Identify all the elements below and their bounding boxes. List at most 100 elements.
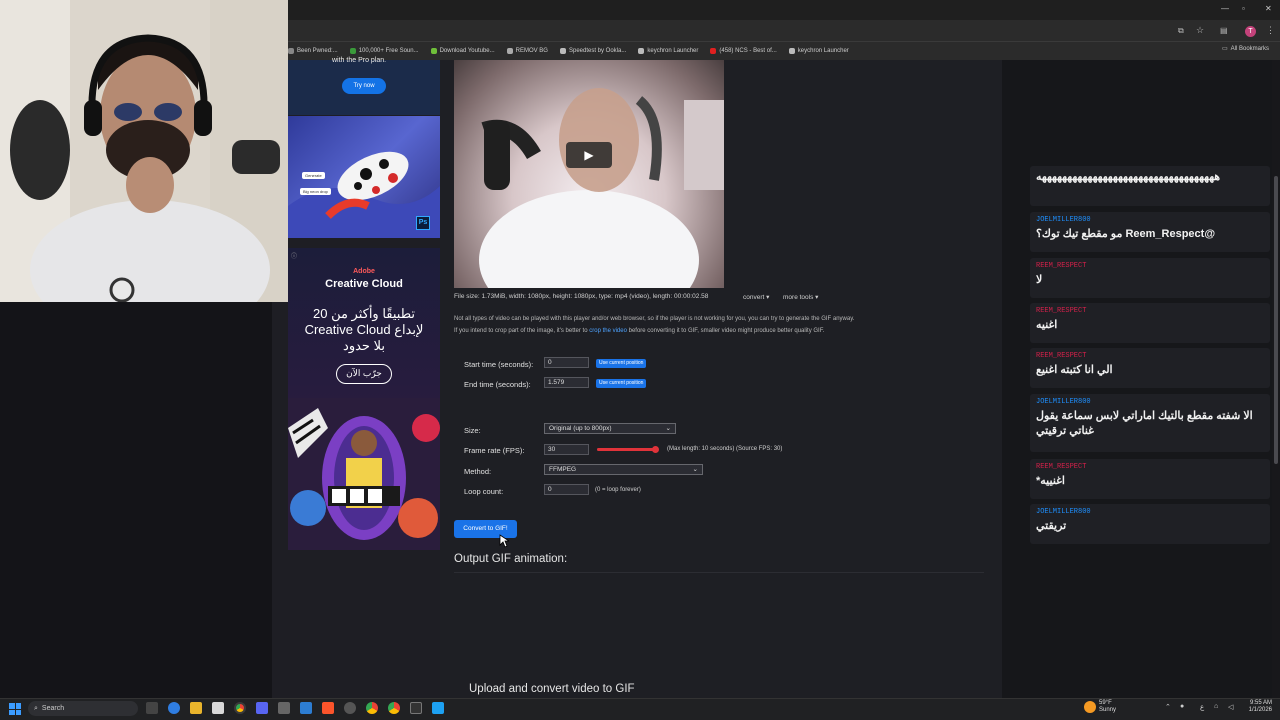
store-icon[interactable] (212, 702, 224, 714)
cc-arabic-line-2: Creative Cloud لإبداع (304, 322, 424, 337)
ad-banner-photoshop[interactable]: Generate Big neon drop Ps (288, 116, 440, 238)
chat-username[interactable]: REEM_RESPECT (1036, 262, 1086, 270)
generate-badge: Generate (302, 172, 325, 179)
start-time-input[interactable]: 0 (544, 357, 589, 368)
clock[interactable]: 9:55 AM 1/1/2026 (1242, 700, 1272, 714)
chat-message: JOELMILLER800 @Reem_Respect مو مقطع تيك ت… (1030, 212, 1270, 252)
start-time-label: Start time (seconds): (464, 360, 534, 369)
use-current-start-button[interactable]: Use current position (596, 359, 647, 368)
scrollbar-thumb[interactable] (1274, 176, 1278, 464)
upload-heading: Upload and convert video to GIF (469, 683, 635, 695)
ad-banner-creative-cloud[interactable]: ⓘ Adobe Creative Cloud 20 تطبيقًا وأكثر … (288, 248, 440, 550)
chat-message-text: @Reem_Respect مو مقطع تيك توك؟ (1036, 228, 1216, 240)
star-icon[interactable]: ☆ (1196, 25, 1204, 36)
try-now-arabic-button[interactable]: جرّب الآن (336, 364, 392, 384)
app-icon[interactable] (278, 702, 290, 714)
video-player[interactable] (454, 60, 724, 288)
use-current-end-button[interactable]: Use current position (596, 379, 647, 388)
taskbar-search[interactable]: ⌕ Search (28, 701, 138, 716)
obs-icon[interactable] (344, 702, 356, 714)
method-select[interactable]: FFMPEG ⌄ (544, 464, 703, 475)
bookmark-item[interactable]: Been Pwned:... (288, 48, 338, 54)
network-icon[interactable]: ⌂ (1214, 703, 1218, 710)
app-2-icon[interactable] (432, 702, 444, 714)
chat-username[interactable]: REEM_RESPECT (1036, 463, 1086, 471)
clock-date: 1/1/2026 (1248, 707, 1272, 713)
chat-username[interactable]: JOELMILLER800 (1036, 398, 1091, 406)
chrome-profile-2-icon[interactable] (388, 702, 400, 714)
chat-message-text: تريقتي (1036, 520, 1067, 532)
folder-icon: ▭ (1222, 46, 1228, 52)
size-select[interactable]: Original (up to 800px) ⌄ (544, 423, 676, 434)
chat-message: REEM_RESPECT الي انا كتبته اغنيع (1030, 348, 1270, 388)
minimize-icon[interactable]: — (1221, 4, 1229, 13)
ad-info-icon[interactable]: ⓘ (291, 251, 297, 260)
tray-chevron-icon[interactable]: ⌃ (1165, 703, 1171, 711)
more-tools-menu[interactable]: more tools ▾ (783, 293, 818, 301)
profile-avatar[interactable]: T (1245, 26, 1256, 37)
search-icon: ⌕ (34, 704, 38, 712)
brave-icon[interactable] (322, 702, 334, 714)
weather-temp: 59°F (1099, 700, 1112, 706)
task-view-icon[interactable] (146, 702, 158, 714)
video-frame (479, 88, 724, 288)
bookmark-label: 100,000+ Free Soun... (358, 48, 419, 54)
all-bookmarks[interactable]: ▭ All Bookmarks (1222, 45, 1270, 53)
sidebar-icon[interactable]: ▤ (1220, 26, 1228, 35)
edge-icon[interactable] (168, 702, 180, 714)
bookmark-item[interactable]: REMOV BG (506, 48, 548, 54)
bookmark-label: keychron Launcher (797, 48, 849, 54)
bookmark-item[interactable]: Download Youtube... (430, 48, 495, 54)
try-now-button[interactable]: Try now (342, 78, 386, 94)
close-icon[interactable]: ✕ (1265, 4, 1272, 13)
fps-input[interactable]: 30 (544, 444, 589, 455)
bookmark-item[interactable]: (458) NCS - Best of... (710, 48, 777, 54)
weather-desc: Sunny (1099, 707, 1117, 713)
bookmark-favicon-icon (349, 48, 356, 54)
menu-dots-icon[interactable]: ⋮ (1266, 25, 1275, 36)
translate-icon[interactable]: ⧉ (1178, 26, 1184, 36)
bookmark-item[interactable]: 100,000+ Free Soun... (349, 48, 419, 54)
bookmark-favicon-icon (506, 48, 513, 54)
divider (454, 572, 984, 573)
bookmark-favicon-icon (638, 48, 645, 54)
webcam-overlay (0, 0, 288, 302)
volume-icon[interactable]: ◁ (1228, 703, 1233, 711)
note-line-1: Not all types of video can be played wit… (454, 316, 855, 322)
chrome-profile-icon[interactable] (366, 702, 378, 714)
loop-count-input[interactable]: 0 (544, 484, 589, 495)
bookmark-item[interactable]: keychron Launcher (788, 48, 849, 54)
chat-message-text: الي انا كتبته اغنيع (1036, 364, 1113, 376)
chat-username[interactable]: REEM_RESPECT (1036, 307, 1086, 315)
chat-username[interactable]: JOELMILLER800 (1036, 216, 1091, 224)
windows-start-icon[interactable] (9, 703, 21, 715)
notes-icon[interactable] (300, 702, 312, 714)
crop-video-link[interactable]: crop the video (589, 328, 627, 334)
mouse-cursor-icon (499, 534, 509, 548)
weather-sun-icon[interactable] (1084, 701, 1096, 713)
discord-icon[interactable] (256, 702, 268, 714)
loop-note: (0 = loop forever) (595, 487, 641, 493)
bookmark-label: Been Pwned:... (297, 48, 338, 54)
all-bookmarks-label: All Bookmarks (1230, 45, 1270, 52)
convert-menu[interactable]: convert ▾ (743, 293, 769, 301)
bookmark-item[interactable]: keychron Launcher (638, 48, 698, 54)
bookmark-item[interactable]: Speedtest by Ookla... (559, 48, 626, 54)
chrome-icon[interactable] (234, 702, 246, 714)
chat-username[interactable]: REEM_RESPECT (1036, 352, 1086, 360)
mic-icon[interactable]: ● (1180, 703, 1184, 710)
address-bar[interactable] (288, 20, 1280, 42)
fps-note: (Max length: 10 seconds) (Source FPS: 30… (667, 446, 783, 452)
note-line-2: If you intend to crop part of the image,… (454, 328, 824, 334)
terminal-icon[interactable] (410, 702, 422, 714)
chat-username[interactable]: JOELMILLER800 (1036, 508, 1091, 516)
restore-icon[interactable]: ▫ (1242, 4, 1245, 13)
language-indicator[interactable]: ع (1200, 703, 1204, 711)
play-button[interactable]: ▶ (566, 142, 612, 168)
ad-top-text: with the Pro plan. (332, 57, 387, 64)
end-time-input[interactable]: 1.579 (544, 377, 589, 388)
fps-slider[interactable] (597, 448, 659, 451)
file-explorer-icon[interactable] (190, 702, 202, 714)
bookmark-favicon-icon (710, 48, 717, 54)
weather-widget[interactable]: 59°F Sunny (1099, 700, 1116, 714)
